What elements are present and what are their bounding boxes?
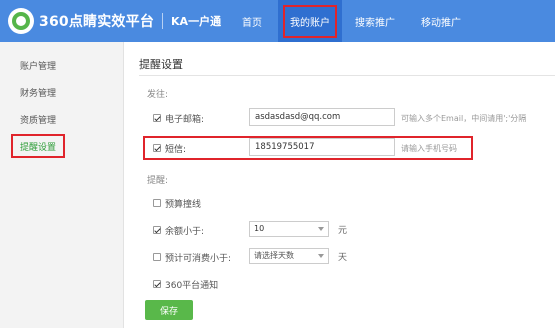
nav-home[interactable]: 首页 — [226, 0, 278, 42]
chevron-down-icon — [318, 254, 324, 258]
days-label: 预计可消费小于: — [165, 254, 232, 264]
budget-label: 预算撞线 — [165, 200, 202, 210]
balance-checkbox[interactable] — [153, 226, 161, 234]
sms-checkbox[interactable] — [153, 144, 161, 152]
logo-divider — [162, 13, 164, 29]
nav-search-label: 搜索推广 — [355, 17, 395, 29]
budget-checkbox[interactable] — [153, 199, 161, 207]
nav-home-label: 首页 — [242, 17, 262, 29]
nav-mobile-label: 移动推广 — [421, 17, 461, 29]
sidebar-item-account[interactable]: 账户管理 — [20, 59, 56, 72]
title-divider — [139, 75, 555, 76]
notice-label: 360平台通知 — [165, 281, 219, 291]
sidebar-item-reminder[interactable]: 提醒设置 — [20, 140, 56, 153]
notice-checkbox[interactable] — [153, 280, 161, 288]
logo-icon — [8, 8, 34, 34]
chevron-down-icon — [318, 227, 324, 231]
phone-field[interactable]: 18519755017 — [249, 138, 395, 156]
sidebar-item-qualification[interactable]: 资质管理 — [20, 113, 56, 126]
days-value: 请选择天数 — [254, 251, 294, 260]
main-content: 提醒设置 发往: 电子邮箱: asdasdasd@qq.com 可输入多个Ema… — [125, 42, 555, 328]
nav-my-account-label: 我的账户 — [283, 4, 337, 38]
sms-label: 短信: — [165, 145, 187, 155]
balance-value: 10 — [254, 224, 265, 233]
remind-label: 提醒: — [147, 176, 169, 186]
send-to-label: 发往: — [147, 90, 169, 100]
nav-mobile-promotion[interactable]: 移动推广 — [408, 0, 474, 42]
email-checkbox[interactable] — [153, 114, 161, 122]
balance-unit: 元 — [338, 226, 348, 236]
balance-label: 余额小于: — [165, 227, 205, 237]
main-nav: 首页 我的账户 搜索推广 移动推广 — [226, 0, 474, 42]
nav-my-account[interactable]: 我的账户 — [278, 0, 342, 42]
page-title: 提醒设置 — [139, 58, 183, 71]
nav-search-promotion[interactable]: 搜索推广 — [342, 0, 408, 42]
days-checkbox[interactable] — [153, 253, 161, 261]
days-select[interactable]: 请选择天数 — [249, 248, 329, 264]
sms-hint: 请输入手机号码 — [401, 144, 457, 153]
brand-logo[interactable]: 360点睛实效平台 KA一户通 — [8, 7, 221, 35]
email-label: 电子邮箱: — [165, 115, 205, 125]
email-field[interactable]: asdasdasd@qq.com — [249, 108, 395, 126]
brand-name: 360点睛实效平台 — [39, 14, 155, 30]
top-header: 360点睛实效平台 KA一户通 首页 我的账户 搜索推广 移动推广 — [0, 0, 555, 42]
balance-select[interactable]: 10 — [249, 221, 329, 237]
save-button[interactable]: 保存 — [145, 300, 193, 320]
days-unit: 天 — [338, 253, 348, 263]
sidebar: 账户管理 财务管理 资质管理 提醒设置 — [0, 42, 124, 328]
email-hint: 可输入多个Email，中间请用';'分隔 — [401, 114, 527, 123]
product-name: KA一户通 — [171, 15, 222, 28]
sidebar-item-finance[interactable]: 财务管理 — [20, 86, 56, 99]
